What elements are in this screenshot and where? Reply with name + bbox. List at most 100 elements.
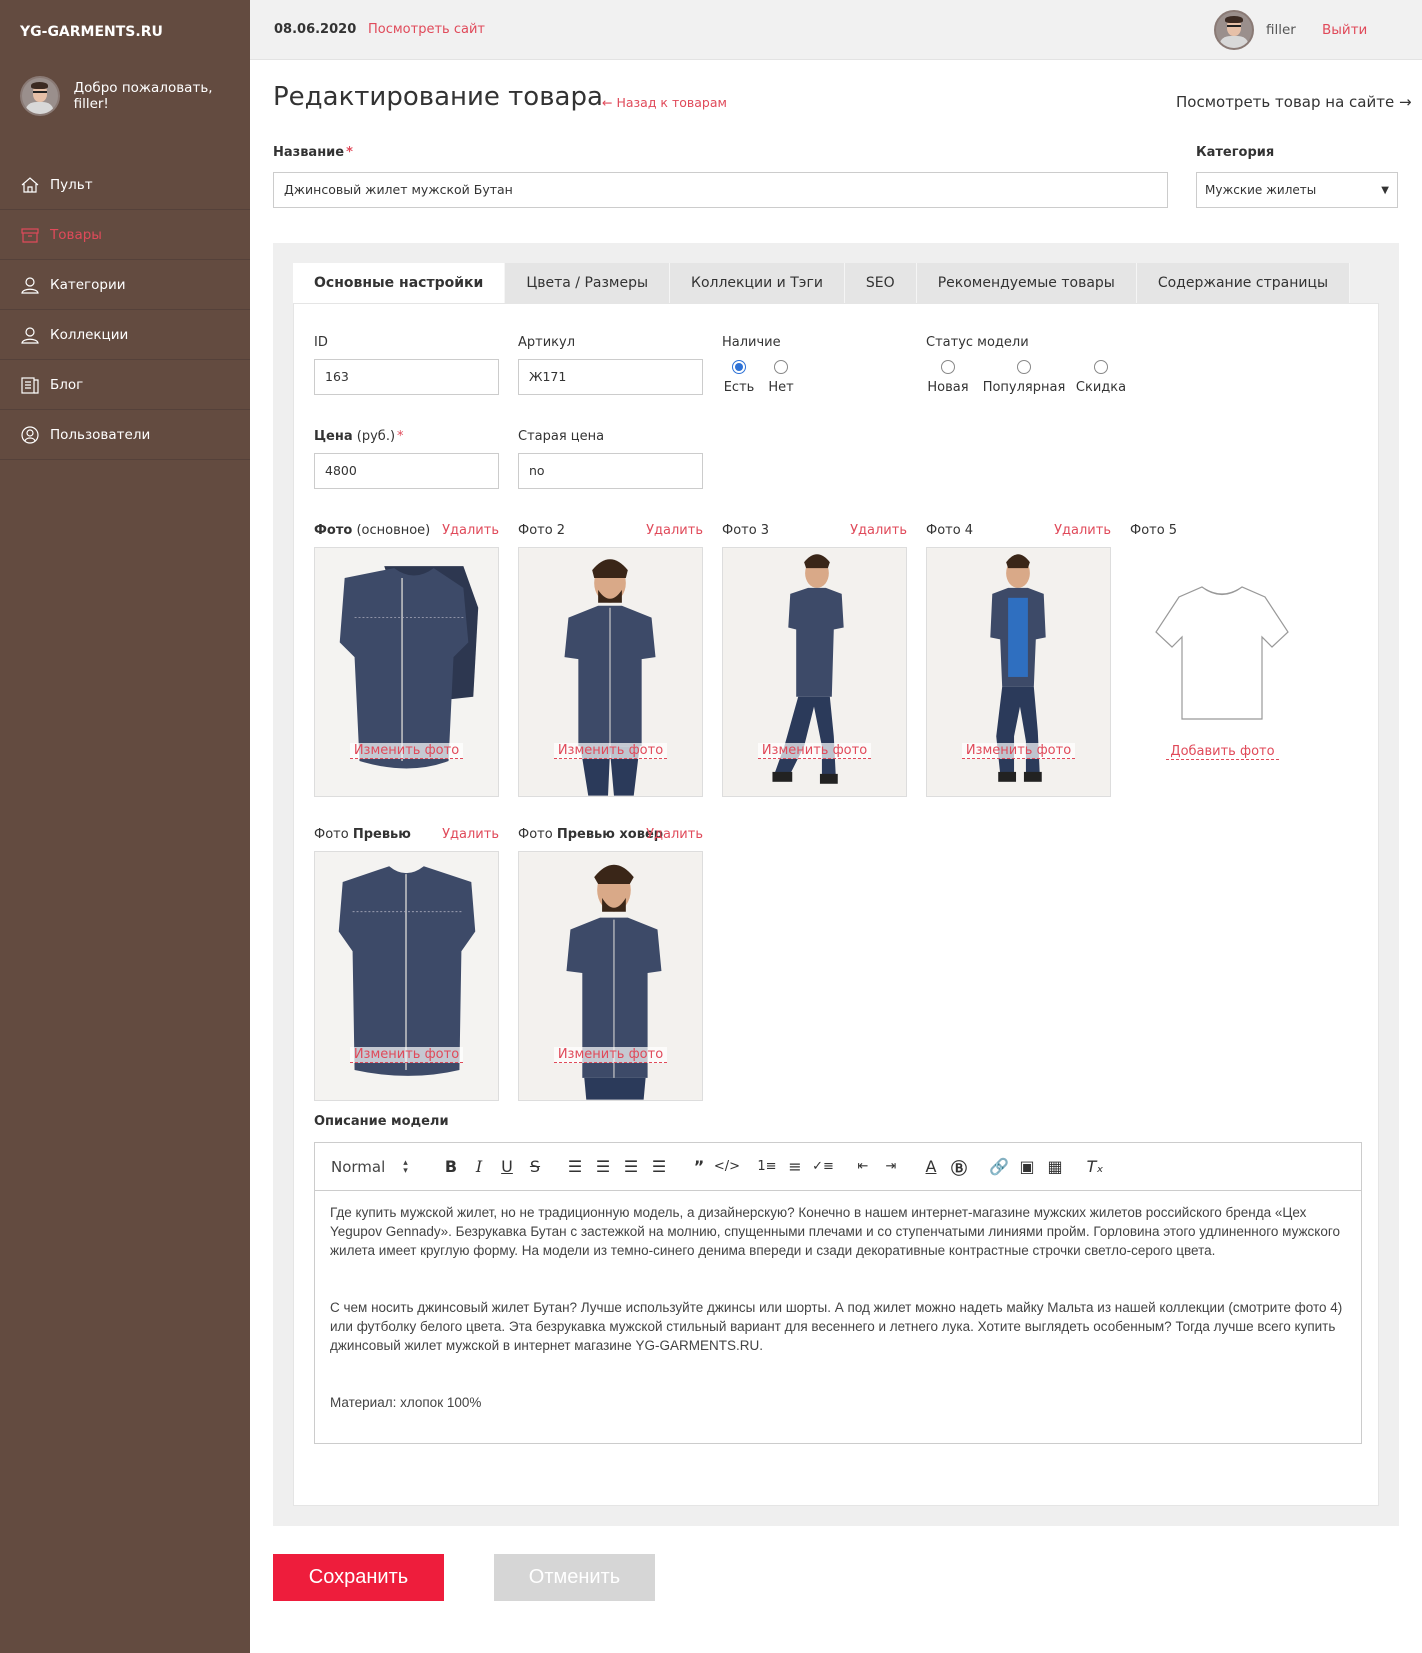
- sidebar-item-label: Пульт: [50, 176, 93, 193]
- sku-label: Артикул: [518, 335, 576, 350]
- tab-recommended[interactable]: Рекомендуемые товары: [916, 263, 1137, 303]
- sidebar-item-collections[interactable]: Коллекции: [0, 310, 250, 360]
- sidebar-item-label: Товары: [50, 226, 102, 243]
- background-color-icon[interactable]: Ⓑ: [945, 1155, 973, 1179]
- delete-photo-main-link[interactable]: Удалить: [442, 523, 499, 538]
- delete-photo-preview-hover-link[interactable]: Удалить: [646, 827, 703, 842]
- product-name-input[interactable]: Джинсовый жилет мужской Бутан: [273, 172, 1168, 208]
- check-list-icon[interactable]: ✓≡: [809, 1155, 837, 1179]
- view-product-link[interactable]: Посмотреть товар на сайте →: [1176, 93, 1412, 111]
- strikethrough-icon[interactable]: S: [521, 1155, 549, 1179]
- back-to-products-link[interactable]: ← Назад к товарам: [602, 95, 727, 110]
- description-paragraph: С чем носить джинсовый жилет Бутан? Лучш…: [330, 1300, 1343, 1353]
- model-status-label: Статус модели: [926, 335, 1029, 350]
- align-justify-icon[interactable]: ☰: [645, 1155, 673, 1179]
- sku-input[interactable]: Ж171: [518, 359, 703, 395]
- stock-yes-radio[interactable]: Есть: [724, 360, 754, 395]
- status-new-radio[interactable]: Новая: [926, 360, 970, 395]
- sidebar-item-categories[interactable]: Категории: [0, 260, 250, 310]
- photo-preview-hover: Изменить фото: [518, 851, 703, 1101]
- avatar: [20, 76, 60, 116]
- photo-4-header: Фото 4 Удалить: [926, 523, 1111, 538]
- tab-basic-settings[interactable]: Основные настройки: [293, 263, 506, 303]
- format-select[interactable]: Normal ▴ ▾: [331, 1158, 425, 1176]
- cancel-button[interactable]: Отменить: [494, 1554, 655, 1601]
- old-price-input[interactable]: no: [518, 453, 703, 489]
- chevron-down-icon: ▼: [1381, 185, 1389, 196]
- align-left-icon[interactable]: ☰: [561, 1155, 589, 1179]
- tab-page-content[interactable]: Содержание страницы: [1136, 263, 1351, 303]
- category-select[interactable]: Мужские жилеты ▼: [1196, 172, 1398, 208]
- price-input[interactable]: 4800: [314, 453, 499, 489]
- sidebar-item-users[interactable]: Пользователи: [0, 410, 250, 460]
- photo-preview-header: Фото Превью Удалить: [314, 827, 499, 842]
- tab-seo[interactable]: SEO: [844, 263, 917, 303]
- id-input[interactable]: 163: [314, 359, 499, 395]
- stock-label: Наличие: [722, 335, 781, 350]
- status-sale-radio[interactable]: Скидка: [1076, 360, 1126, 395]
- sidebar-item-dashboard[interactable]: Пульт: [0, 160, 250, 210]
- sidebar-item-products[interactable]: Товары: [0, 210, 250, 260]
- change-photo-preview[interactable]: Изменить фото: [315, 1043, 498, 1063]
- book-icon: [21, 376, 39, 394]
- outdent-icon[interactable]: ⇤: [849, 1155, 877, 1179]
- username[interactable]: filler: [1266, 22, 1296, 38]
- editor-content[interactable]: Где купить мужской жилет, но не традицио…: [315, 1191, 1361, 1424]
- home-icon: [21, 176, 39, 193]
- category-label: Категория: [1196, 145, 1275, 160]
- delete-photo-preview-link[interactable]: Удалить: [442, 827, 499, 842]
- photo-preview-hover-header: Фото Превью ховер Удалить: [518, 827, 703, 842]
- logout-link[interactable]: Выйти: [1322, 22, 1367, 38]
- sidebar-nav: Пульт Товары Категории Коллекции Блог По…: [0, 160, 250, 460]
- status-popular-radio[interactable]: Популярная: [983, 360, 1065, 395]
- user-circle-icon: [21, 425, 39, 444]
- description-paragraph: Где купить мужской жилет, но не традицио…: [330, 1205, 1340, 1258]
- delete-photo-3-link[interactable]: Удалить: [850, 523, 907, 538]
- save-button[interactable]: Сохранить: [273, 1554, 444, 1601]
- photo-4: Изменить фото: [926, 547, 1111, 797]
- view-site-link[interactable]: Посмотреть сайт: [368, 22, 485, 37]
- person-icon: [21, 326, 39, 344]
- welcome-text: Добро пожаловать, filler!: [73, 80, 213, 112]
- photo-3-header: Фото 3 Удалить: [722, 523, 907, 538]
- align-center-icon[interactable]: ☰: [589, 1155, 617, 1179]
- change-photo-2[interactable]: Изменить фото: [519, 739, 702, 759]
- indent-icon[interactable]: ⇥: [877, 1155, 905, 1179]
- add-photo-5[interactable]: Добавить фото: [1130, 740, 1315, 760]
- photo-2: Изменить фото: [518, 547, 703, 797]
- box-icon: [21, 227, 39, 243]
- stock-no-radio[interactable]: Нет: [766, 360, 796, 395]
- tab-collections-tags[interactable]: Коллекции и Тэги: [670, 263, 845, 303]
- code-block-icon[interactable]: </>: [713, 1155, 741, 1179]
- settings-panel: Основные настройки Цвета / Размеры Колле…: [273, 243, 1399, 1526]
- delete-photo-4-link[interactable]: Удалить: [1054, 523, 1111, 538]
- name-label: Название *: [273, 145, 353, 160]
- brand-logo[interactable]: YG-GARMENTS.RU: [20, 24, 163, 40]
- tab-colors-sizes[interactable]: Цвета / Размеры: [505, 263, 671, 303]
- bullet-list-icon[interactable]: ≡: [781, 1155, 809, 1179]
- tab-bar: Основные настройки Цвета / Размеры Колле…: [293, 263, 1351, 303]
- italic-icon[interactable]: I: [465, 1155, 493, 1179]
- image-icon[interactable]: ▣: [1013, 1155, 1041, 1179]
- text-color-icon[interactable]: A: [917, 1155, 945, 1179]
- change-photo-3[interactable]: Изменить фото: [723, 739, 906, 759]
- user-avatar[interactable]: [1214, 10, 1254, 50]
- bold-icon[interactable]: B: [437, 1155, 465, 1179]
- link-icon[interactable]: 🔗: [985, 1155, 1013, 1179]
- sidebar-item-blog[interactable]: Блог: [0, 360, 250, 410]
- change-photo-4[interactable]: Изменить фото: [927, 739, 1110, 759]
- change-photo-main[interactable]: Изменить фото: [315, 739, 498, 759]
- blockquote-icon[interactable]: ”: [685, 1155, 713, 1179]
- ordered-list-icon[interactable]: 1≡: [753, 1155, 781, 1179]
- align-right-icon[interactable]: ☰: [617, 1155, 645, 1179]
- clear-format-icon[interactable]: Tₓ: [1081, 1155, 1109, 1179]
- delete-photo-2-link[interactable]: Удалить: [646, 523, 703, 538]
- description-paragraph: Материал: хлопок 100%: [330, 1395, 482, 1410]
- model-status-radio-group: Новая Популярная Скидка: [926, 360, 1126, 395]
- video-icon[interactable]: ▦: [1041, 1155, 1069, 1179]
- sidebar-item-label: Коллекции: [50, 326, 129, 343]
- change-photo-preview-hover[interactable]: Изменить фото: [519, 1043, 702, 1063]
- underline-icon[interactable]: U: [493, 1155, 521, 1179]
- photo-main-header: Фото (основное) Удалить: [314, 523, 499, 538]
- stock-radio-group: Есть Нет: [724, 360, 796, 395]
